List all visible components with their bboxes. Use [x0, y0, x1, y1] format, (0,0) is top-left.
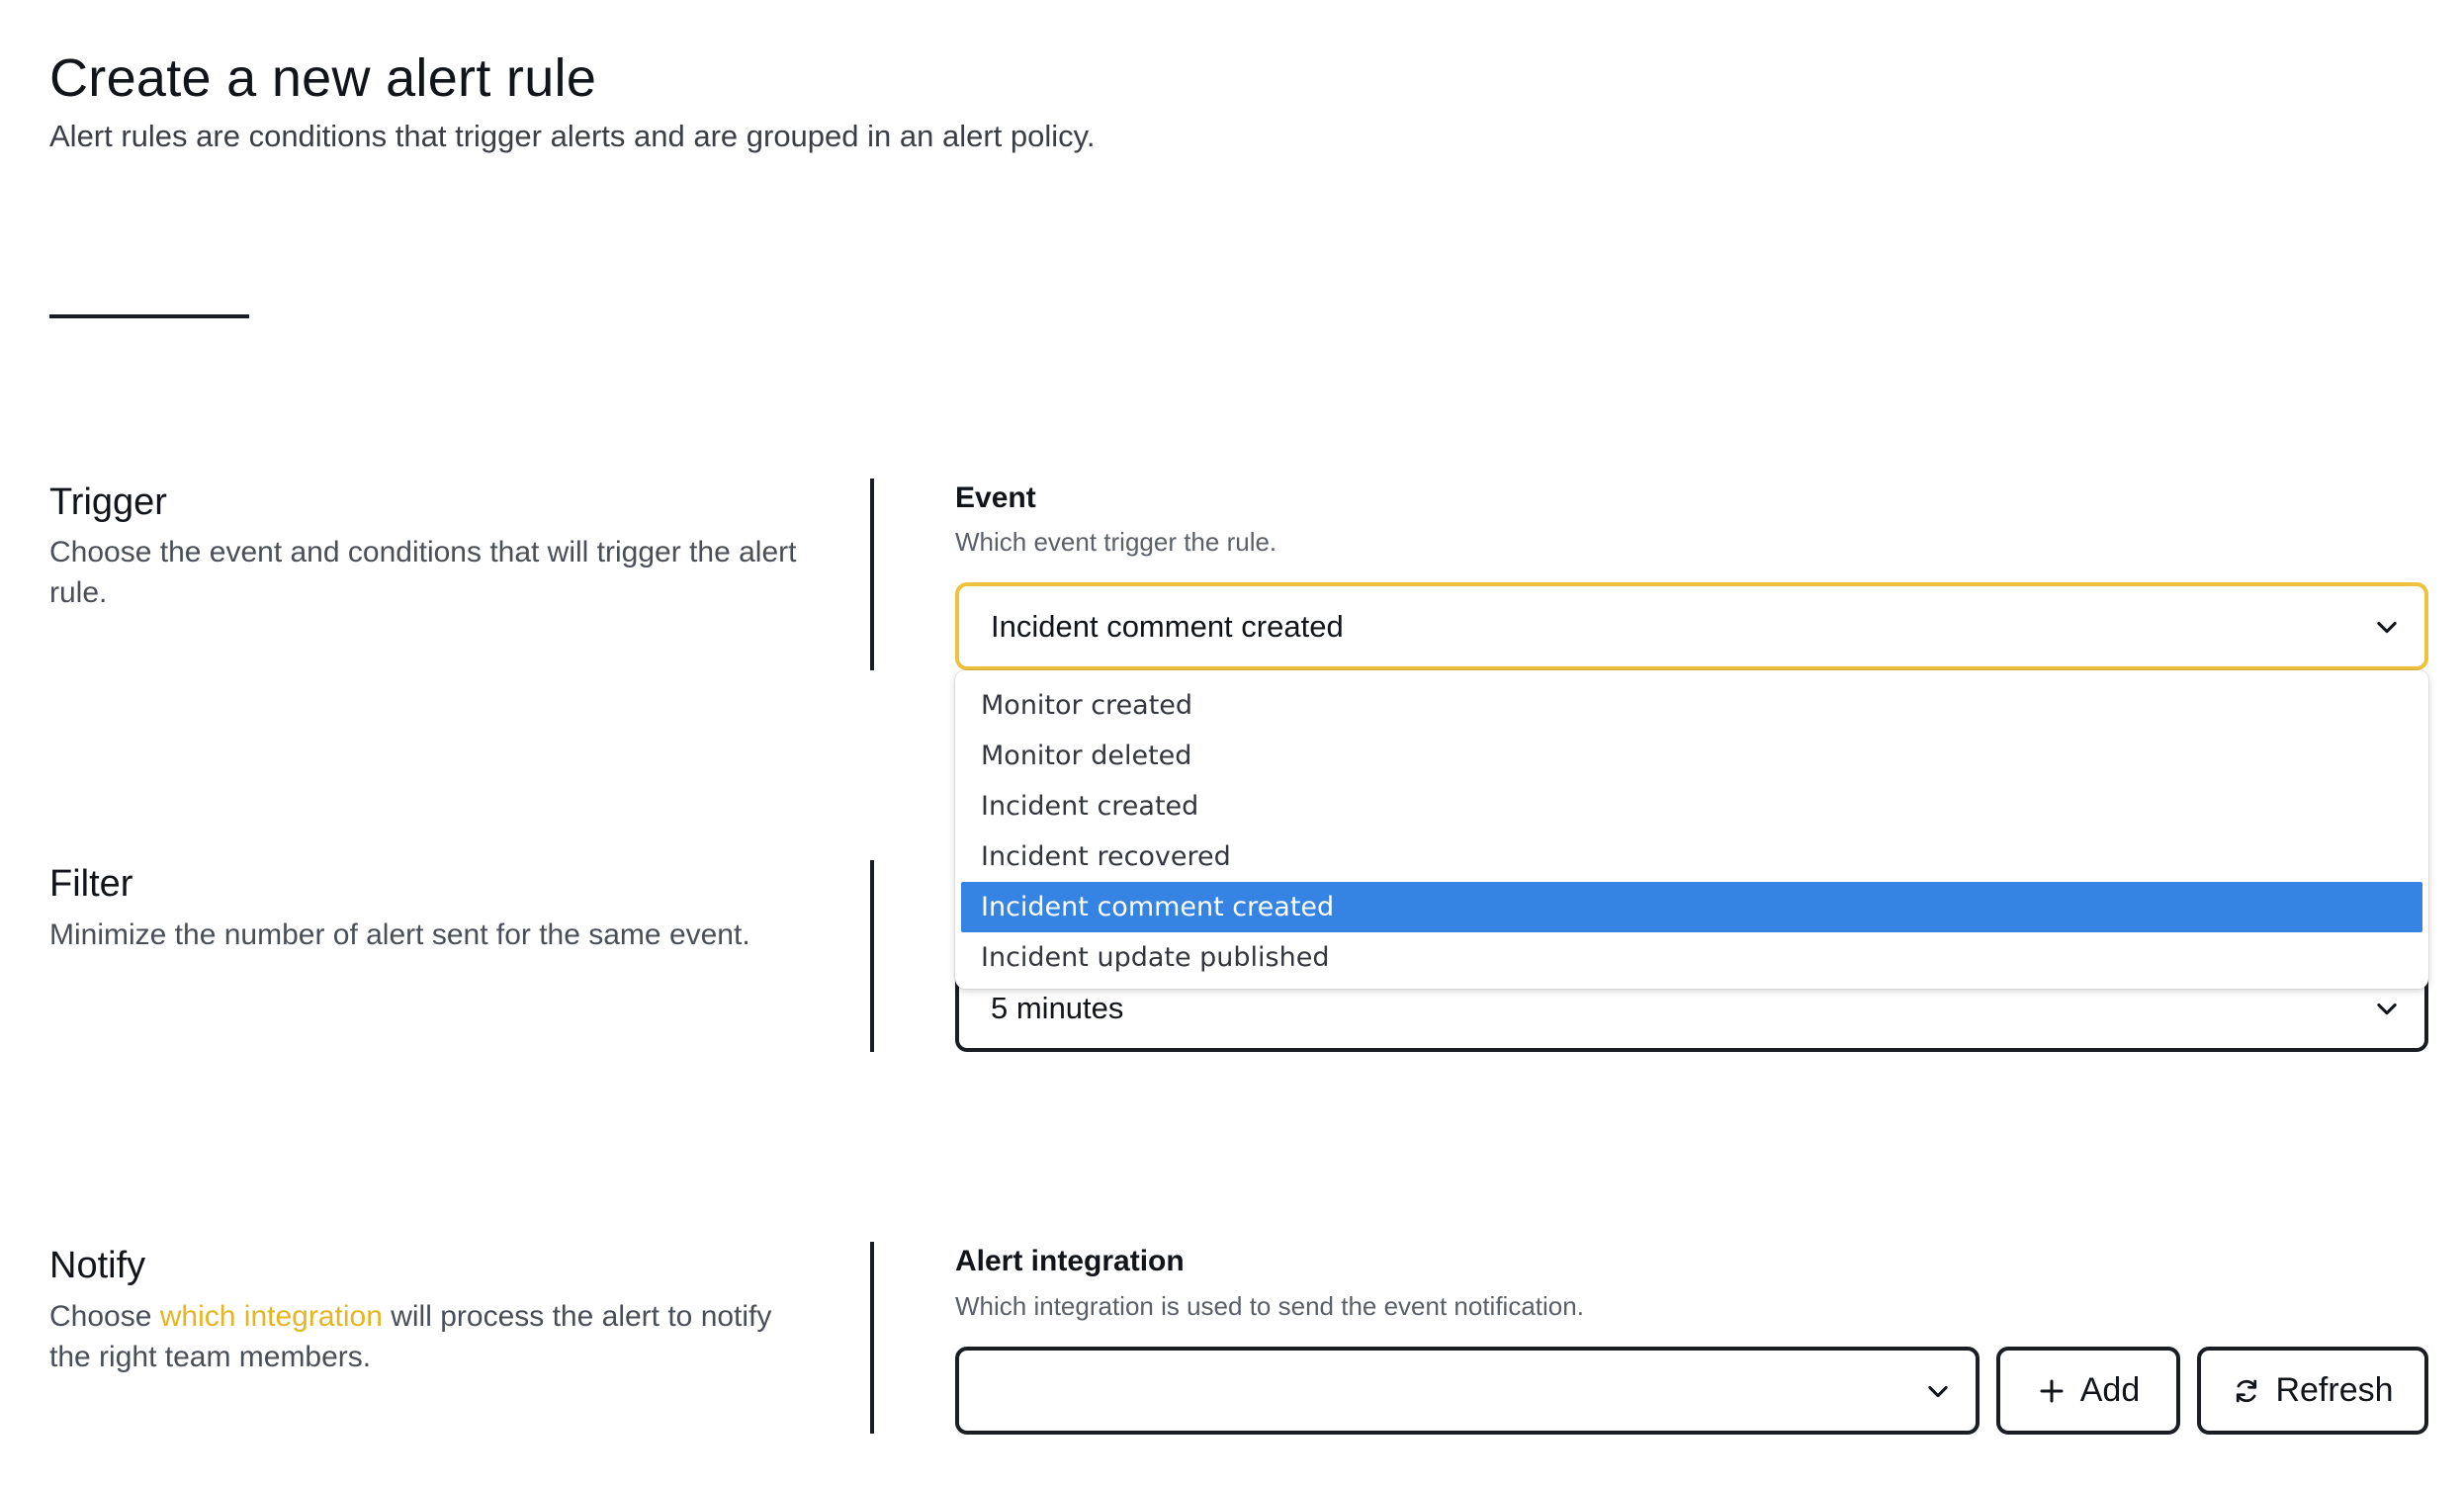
notify-description-prefix: Choose	[49, 1300, 160, 1333]
notify-section-title: Notify	[49, 1245, 146, 1286]
page-subtitle: Alert rules are conditions that trigger …	[49, 119, 1096, 153]
event-select-value: Incident comment created	[991, 608, 1344, 644]
dropdown-option-incident-created[interactable]: Incident created	[961, 781, 2422, 831]
refresh-integrations-button[interactable]: Refresh	[2197, 1347, 2428, 1435]
add-button-label: Add	[2079, 1371, 2141, 1409]
dropdown-option-incident-recovered[interactable]: Incident recovered	[961, 831, 2422, 882]
event-help-text: Which event trigger the rule.	[955, 527, 1277, 557]
dropdown-option-incident-comment-created[interactable]: Incident comment created	[961, 882, 2422, 932]
alert-integration-select[interactable]	[955, 1347, 1980, 1435]
event-dropdown-menu: Monitor created Monitor deleted Incident…	[955, 670, 2428, 989]
which-integration-link[interactable]: which integration	[160, 1300, 383, 1333]
dropdown-option-monitor-created[interactable]: Monitor created	[961, 680, 2422, 731]
event-select[interactable]: Incident comment created	[955, 582, 2428, 670]
refresh-button-label: Refresh	[2275, 1371, 2394, 1409]
notify-divider	[870, 1242, 874, 1434]
notify-section-description: Choose which integration will process th…	[49, 1296, 801, 1377]
alert-integration-label: Alert integration	[955, 1245, 1185, 1277]
chevron-down-icon	[2373, 613, 2401, 641]
filter-section-description: Minimize the number of alert sent for th…	[49, 918, 750, 951]
refresh-icon	[2232, 1376, 2261, 1406]
chevron-down-icon	[2373, 995, 2401, 1022]
trigger-section-description: Choose the event and conditions that wil…	[49, 536, 797, 609]
trigger-section-title: Trigger	[49, 481, 167, 523]
event-label: Event	[955, 481, 1036, 514]
page-title: Create a new alert rule	[49, 48, 597, 108]
dropdown-option-monitor-deleted[interactable]: Monitor deleted	[961, 731, 2422, 781]
interval-select-value: 5 minutes	[991, 990, 1124, 1025]
add-integration-button[interactable]: Add	[1996, 1347, 2180, 1435]
dropdown-option-incident-update-published[interactable]: Incident update published	[961, 932, 2422, 983]
chevron-down-icon	[1924, 1377, 1952, 1405]
trigger-divider	[870, 479, 874, 670]
filter-divider	[870, 860, 874, 1052]
tab-underline	[49, 314, 249, 318]
filter-section-title: Filter	[49, 863, 133, 905]
alert-integration-help-text: Which integration is used to send the ev…	[955, 1291, 1584, 1321]
plus-icon	[2037, 1376, 2067, 1406]
